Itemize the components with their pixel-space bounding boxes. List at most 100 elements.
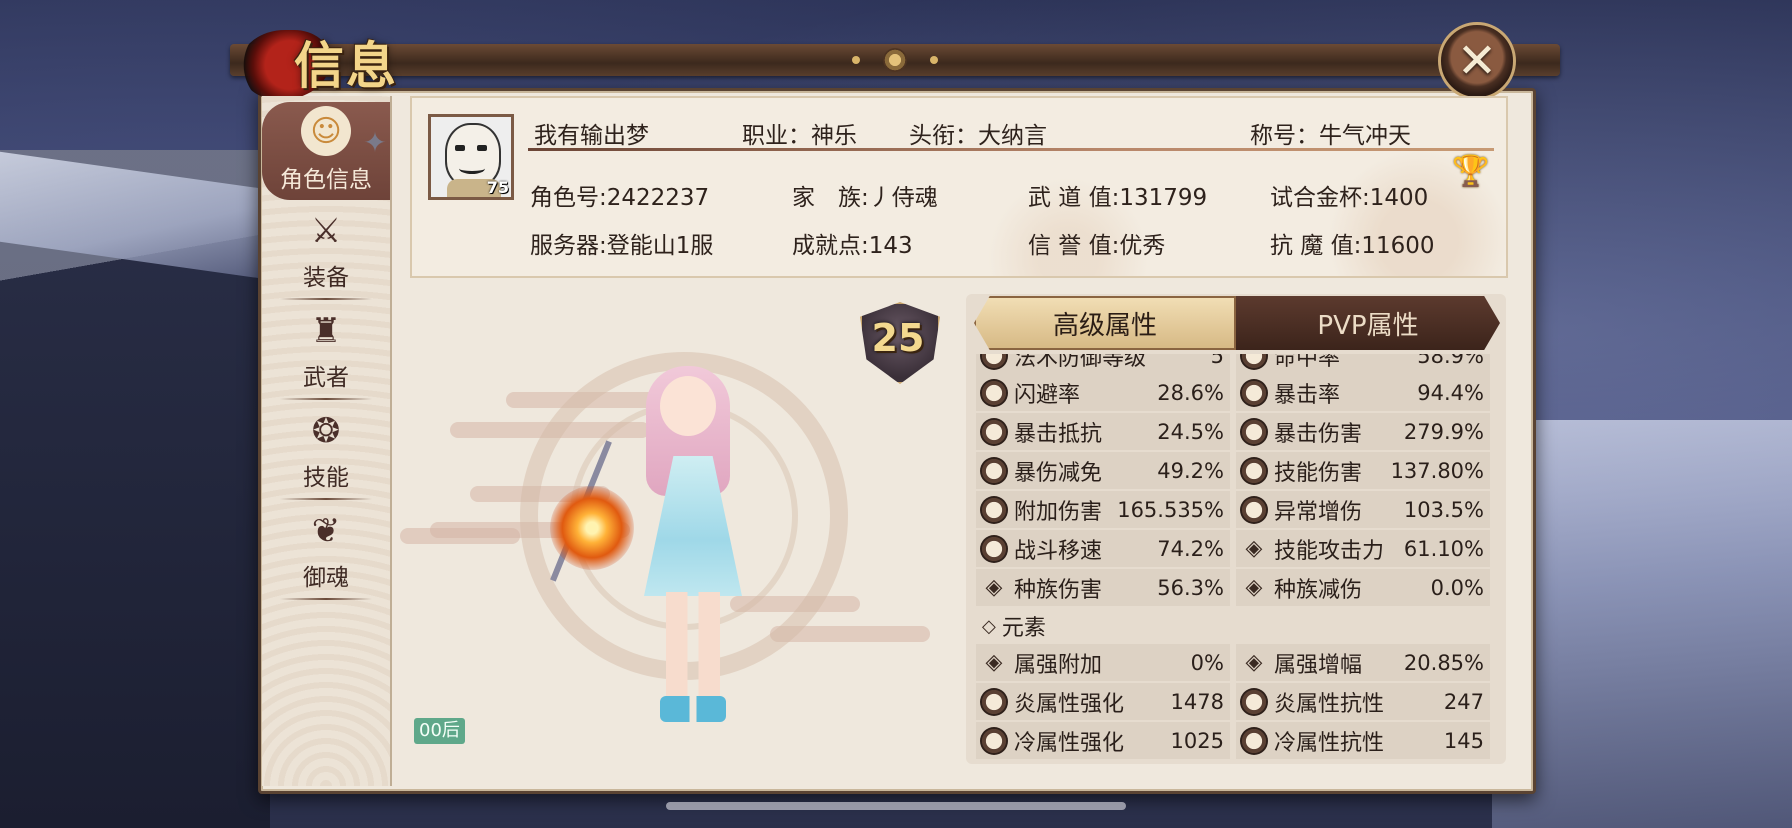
attribute-cell: 附加伤害 165.535%: [976, 491, 1230, 528]
attribute-tabs: 高级属性 PVP属性: [966, 294, 1506, 352]
close-button[interactable]: ✕: [1438, 22, 1516, 100]
attribute-row: 战斗移速 74.2% ◈ 技能攻击力 61.10%: [976, 530, 1496, 569]
attribute-row: 闪避率 28.6% 暴击率 94.4%: [976, 374, 1496, 413]
server: 服务器:登能山1服: [530, 233, 714, 259]
attribute-cell: 炎属性强化 1478: [976, 683, 1230, 720]
attribute-value: 165.535%: [1117, 497, 1224, 522]
attribute-icon: [1240, 354, 1268, 370]
attribute-label: 战斗移速: [1014, 538, 1103, 564]
tab-pvp-attributes[interactable]: PVP属性: [1236, 296, 1500, 350]
attribute-label: 属强增幅: [1274, 652, 1363, 678]
attribute-icon: [980, 378, 1008, 407]
avatar[interactable]: 75: [428, 114, 514, 200]
skill-swirl-icon: ❂: [311, 411, 341, 451]
attribute-row: ◈ 种族伤害 56.3% ◈ 种族减伤 0.0%: [976, 569, 1496, 608]
window-title-plaque: 信息: [232, 14, 442, 100]
character-shoes: [660, 696, 726, 722]
attribute-label: 炎属性强化: [1014, 691, 1125, 717]
attribute-label: 暴击伤害: [1274, 421, 1363, 447]
attribute-cell: 闪避率 28.6%: [976, 374, 1230, 411]
flame-attribute-icon: [1240, 687, 1268, 716]
demon-resist-value: 抗 魔 值:11600: [1270, 233, 1435, 259]
character-legs: [666, 592, 720, 702]
trophy-icon: 🏆: [1452, 154, 1490, 189]
attribute-row: 冷属性强化 1025 冷属性抗性 145: [976, 722, 1496, 761]
sidebar-item-label: 御魂: [303, 565, 349, 591]
sidebar-item-equipment[interactable]: ⚔ 装备: [270, 200, 382, 300]
diamond-icon: ◈: [985, 650, 1003, 675]
attribute-label: 炎属性抗性: [1274, 691, 1385, 717]
attribute-icon: [1240, 495, 1268, 524]
player-name: 我有输出梦: [534, 123, 649, 149]
attribute-value: 279.9%: [1403, 419, 1484, 444]
attribute-row: 炎属性强化 1478 炎属性抗性 247: [976, 683, 1496, 722]
attribute-icon: [1240, 378, 1268, 407]
cloud-decoration: [400, 528, 520, 544]
title-bar-ornament-icon: [883, 48, 907, 72]
flame-attribute-icon: [980, 687, 1008, 716]
attribute-label: 冷属性抗性: [1274, 730, 1385, 756]
attribute-value: 0.0%: [1430, 575, 1484, 600]
snowy-roof: [0, 148, 280, 282]
attribute-label: 种族伤害: [1014, 577, 1103, 603]
attribute-cell: ◈ 种族减伤 0.0%: [1236, 569, 1490, 606]
sidebar-item-spirit[interactable]: ❦ 御魂: [270, 500, 382, 600]
attribute-value: 20.85%: [1403, 650, 1484, 675]
attribute-icon: [980, 495, 1008, 524]
diamond-icon: ◈: [1245, 575, 1263, 600]
sidebar-item-skills[interactable]: ❂ 技能: [270, 400, 382, 500]
attribute-cell: 暴击率 94.4%: [1236, 374, 1490, 411]
window-title: 信息: [294, 36, 398, 95]
player-job: 职业：神乐: [742, 123, 857, 149]
attribute-value: 1025: [1170, 728, 1224, 753]
section-header-element: ◇ 元素: [976, 608, 1496, 644]
attribute-row: 附加伤害 165.535% 异常增伤 103.5%: [976, 491, 1496, 530]
attribute-label: 闪避率: [1014, 382, 1081, 408]
attribute-value: 74.2%: [1157, 536, 1224, 561]
sidebar-item-label: 技能: [303, 465, 349, 491]
attribute-value: 0%: [1190, 650, 1224, 675]
section-title: 元素: [1001, 616, 1046, 641]
divider: [280, 598, 372, 600]
spirit-mask-icon: ❦: [311, 511, 341, 551]
diamond-icon: ◈: [985, 575, 1003, 600]
attribute-cell: 冷属性抗性 145: [1236, 722, 1490, 759]
character-level: 25: [871, 316, 925, 360]
attribute-icon: [980, 354, 1008, 370]
diamond-icon: ◈: [1245, 650, 1263, 675]
samurai-helmet-icon: ♜: [310, 311, 342, 351]
attribute-cell: ◈ 技能攻击力 61.10%: [1236, 530, 1490, 567]
attribute-value: 28.6%: [1157, 380, 1224, 405]
crossed-swords-icon: ⚔: [310, 211, 342, 251]
fire-orb-effect: [550, 486, 634, 570]
home-indicator[interactable]: [666, 802, 1126, 810]
attribute-value: 1478: [1170, 689, 1224, 714]
attribute-row: 暴伤减免 49.2% 技能伤害 137.80%: [976, 452, 1496, 491]
character-model[interactable]: [620, 346, 770, 736]
attribute-cell: 炎属性抗性 247: [1236, 683, 1490, 720]
snowy-ground-background: [1492, 420, 1792, 828]
attribute-label: 技能攻击力: [1274, 538, 1385, 564]
attribute-cell: 暴伤减免 49.2%: [976, 452, 1230, 489]
level-badge: 25: [852, 296, 944, 388]
attribute-value: 145: [1443, 728, 1484, 753]
player-rank-title: 头衔：大纳言: [909, 123, 1047, 149]
attribute-cell: 暴击抵抗 24.5%: [976, 413, 1230, 450]
role-id: 角色号:2422237: [530, 185, 710, 211]
attribute-label: 暴伤减免: [1014, 460, 1103, 486]
sidebar-item-label: 装备: [303, 265, 349, 291]
ice-attribute-icon: [980, 726, 1008, 755]
attribute-label: 异常增伤: [1274, 499, 1363, 525]
attribute-value: 58.9%: [1417, 354, 1484, 368]
attribute-row: ◈ 属强附加 0% ◈ 属强增幅 20.85%: [976, 644, 1496, 683]
player-honor-title: 称号：牛气冲天: [1250, 123, 1411, 149]
attribute-cell: 战斗移速 74.2%: [976, 530, 1230, 567]
reputation-value: 信 誉 值:优秀: [1028, 233, 1166, 259]
sidebar-item-warrior[interactable]: ♜ 武者: [270, 300, 382, 400]
ornament-dot: [930, 56, 938, 64]
tab-advanced-attributes[interactable]: 高级属性: [974, 296, 1236, 350]
attribute-list[interactable]: 法术防御等级 5 命中率 58.9% 闪避率 28.6% 暴击率 94.4% 暴…: [976, 354, 1496, 761]
attribute-icon: [980, 456, 1008, 485]
attribute-cell: ◈ 种族伤害 56.3%: [976, 569, 1230, 606]
attribute-cell: 冷属性强化 1025: [976, 722, 1230, 759]
